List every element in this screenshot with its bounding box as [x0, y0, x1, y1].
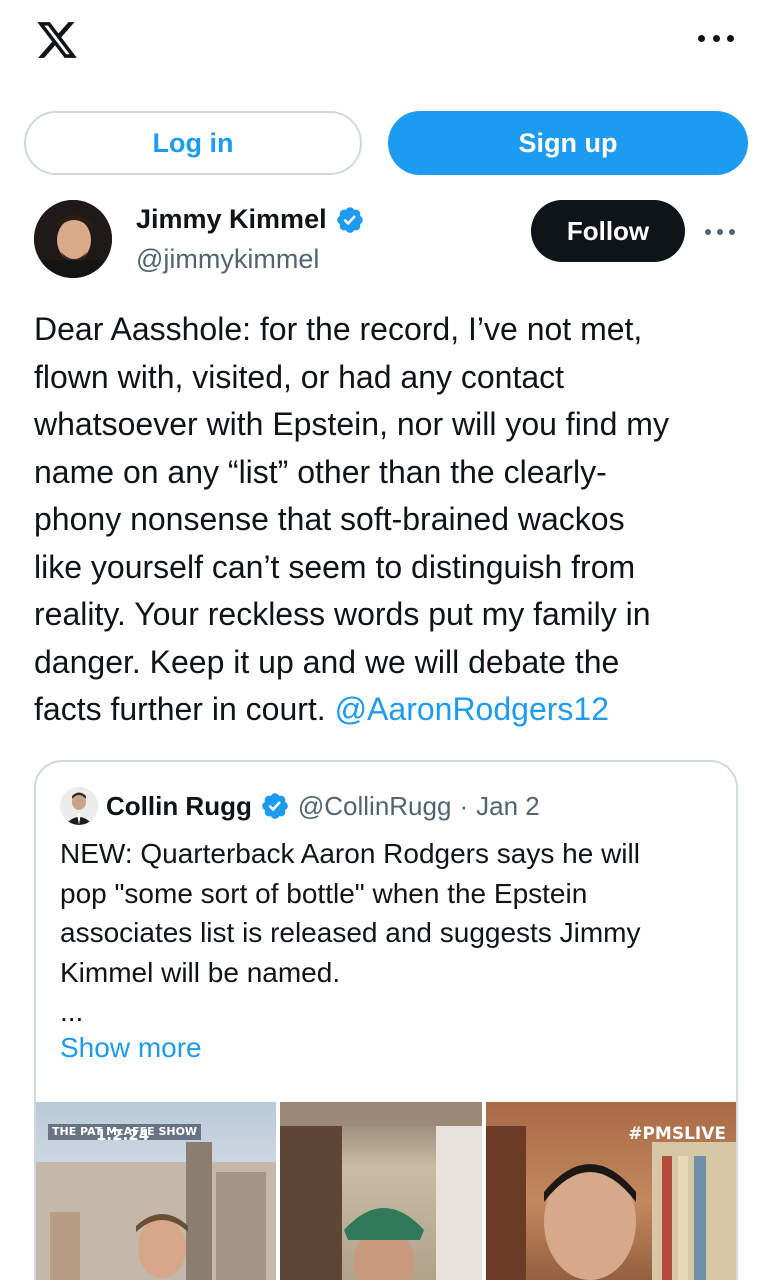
mention-link[interactable]: @AaronRodgers12	[335, 691, 609, 727]
login-button[interactable]: Log in	[24, 111, 362, 175]
video-frame-guest	[280, 1102, 482, 1280]
video-frame-guest-2: #PMSLIVE	[486, 1102, 736, 1280]
video-frame-host: THE PAT McAFEE SHOW 1.2.24	[36, 1102, 276, 1280]
quote-text: NEW: Quarterback Aaron Rodgers says he w…	[60, 838, 641, 1027]
auth-buttons: Log in Sign up	[24, 111, 748, 175]
author-name[interactable]: Jimmy Kimmel	[136, 204, 327, 235]
follow-button[interactable]: Follow	[531, 200, 685, 262]
show-more-link[interactable]: Show more	[60, 1032, 202, 1064]
avatar[interactable]	[34, 200, 112, 278]
quote-header: Collin Rugg @CollinRugg · Jan 2	[60, 786, 540, 826]
verified-badge-icon	[262, 793, 288, 819]
tweet-text: Dear Aasshole: for the record, I’ve not …	[34, 311, 669, 727]
overlay-date: 1.2.24	[96, 1126, 150, 1144]
quote-handle[interactable]: @CollinRugg	[298, 791, 452, 822]
quote-media[interactable]: THE PAT McAFEE SHOW 1.2.24 #PMSLIVE	[36, 1102, 736, 1280]
quote-author-name[interactable]: Collin Rugg	[106, 791, 252, 822]
quote-date[interactable]: Jan 2	[476, 791, 540, 822]
tweet-author: Jimmy Kimmel @jimmykimmel Follow	[34, 200, 744, 280]
more-horizontal-icon[interactable]	[698, 26, 734, 50]
author-handle[interactable]: @jimmykimmel	[136, 244, 319, 275]
overlay-tag: #PMSLIVE	[628, 1124, 726, 1144]
signup-button[interactable]: Sign up	[388, 111, 748, 175]
quoted-tweet[interactable]: Collin Rugg @CollinRugg · Jan 2 NEW: Qua…	[34, 760, 738, 1280]
verified-badge-icon	[336, 206, 363, 233]
x-logo-icon[interactable]	[34, 18, 80, 62]
quote-separator: ·	[459, 790, 469, 821]
more-horizontal-icon[interactable]	[705, 228, 735, 236]
top-bar	[0, 0, 772, 90]
avatar[interactable]	[60, 787, 98, 825]
